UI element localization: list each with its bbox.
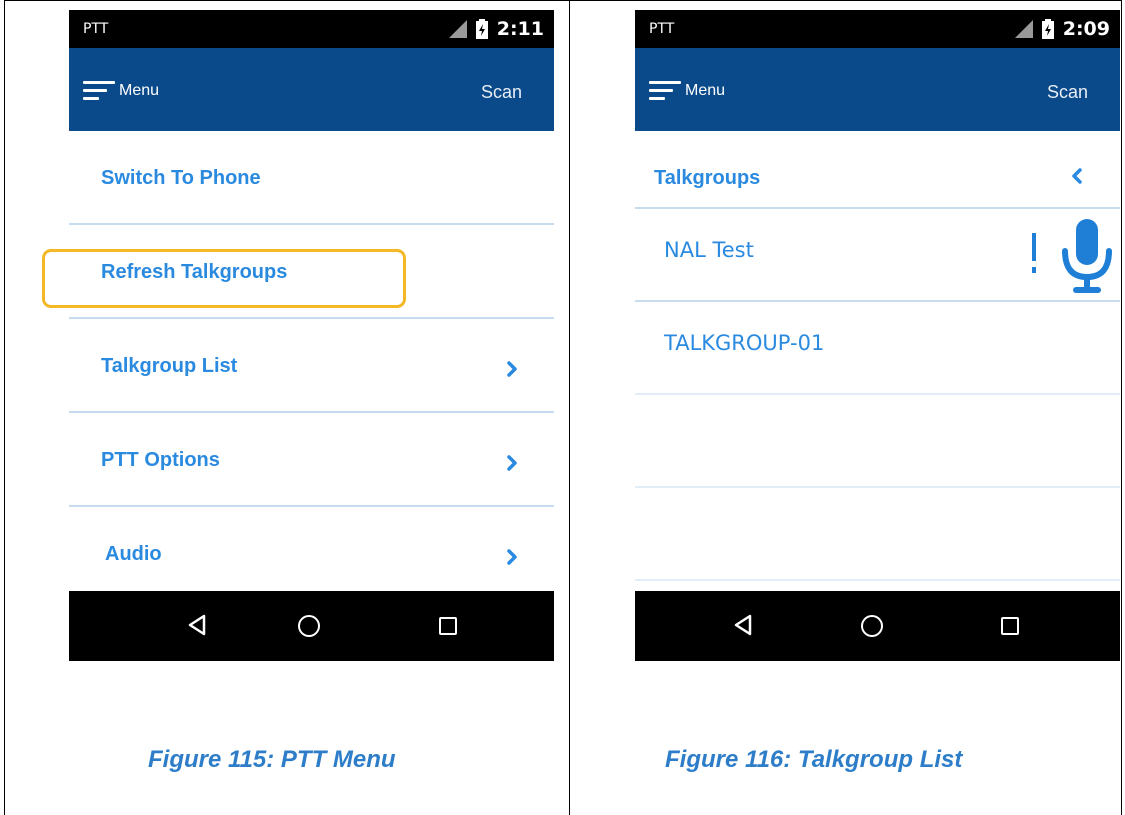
hamburger-icon bbox=[649, 79, 681, 103]
menu-item-label: Talkgroup List bbox=[101, 355, 238, 377]
menu-item-label: Audio bbox=[105, 543, 162, 565]
recent-apps-icon[interactable] bbox=[439, 617, 457, 635]
signal-icon bbox=[448, 20, 467, 38]
table-border-middle bbox=[569, 0, 570, 815]
android-nav-bar bbox=[635, 591, 1120, 661]
menu-item-label: PTT Options bbox=[101, 449, 220, 471]
table-border-right bbox=[1121, 0, 1122, 815]
android-nav-bar bbox=[69, 591, 554, 661]
app-bar: Menu Scan bbox=[69, 48, 554, 131]
menu-label: Menu bbox=[119, 82, 160, 99]
menu-item-switch-to-phone[interactable]: Switch To Phone bbox=[69, 131, 554, 225]
back-icon[interactable] bbox=[187, 614, 207, 636]
status-app-name: PTT bbox=[83, 21, 109, 37]
home-icon[interactable] bbox=[298, 615, 320, 637]
talkgroup-item-talkgroup-01[interactable]: TALKGROUP-01 bbox=[635, 302, 1120, 395]
table-border-left bbox=[4, 0, 5, 815]
recent-apps-icon[interactable] bbox=[1001, 617, 1019, 635]
chevron-right-icon bbox=[507, 455, 517, 471]
table-border-top bbox=[4, 0, 1122, 1]
talkgroup-label: TALKGROUP-01 bbox=[664, 331, 825, 355]
highlight-box bbox=[42, 249, 406, 308]
menu-button[interactable]: Menu bbox=[649, 76, 725, 106]
status-bar: PTT 2:11 bbox=[69, 10, 554, 48]
talkgroup-empty-row bbox=[635, 488, 1120, 581]
talkgroups-header: Talkgroups bbox=[635, 131, 1120, 209]
menu-button[interactable]: Menu bbox=[83, 76, 159, 106]
alert-icon bbox=[1032, 233, 1036, 273]
status-time: 2:09 bbox=[1062, 18, 1110, 40]
menu-item-ptt-options[interactable]: PTT Options bbox=[69, 413, 554, 507]
signal-icon bbox=[1014, 20, 1033, 38]
hamburger-icon bbox=[83, 79, 115, 103]
menu-item-label: Switch To Phone bbox=[101, 167, 261, 189]
home-icon[interactable] bbox=[861, 615, 883, 637]
back-icon[interactable] bbox=[733, 614, 753, 636]
app-bar: Menu Scan bbox=[635, 48, 1120, 131]
scan-button[interactable]: Scan bbox=[481, 82, 522, 103]
divider bbox=[635, 579, 1120, 581]
figure-caption: Figure 115: PTT Menu bbox=[148, 746, 396, 773]
chevron-right-icon bbox=[507, 549, 517, 565]
talkgroup-list: NAL Test TALKGROUP-01 bbox=[635, 209, 1120, 581]
scan-button[interactable]: Scan bbox=[1047, 82, 1088, 103]
battery-charging-icon bbox=[475, 19, 488, 39]
ptt-menu-list: Switch To Phone Refresh Talkgroups Talkg… bbox=[69, 131, 554, 601]
figure-caption: Figure 116: Talkgroup List bbox=[665, 746, 963, 773]
battery-charging-icon bbox=[1041, 19, 1054, 39]
talkgroup-item-nal-test[interactable]: NAL Test bbox=[635, 209, 1120, 302]
menu-label: Menu bbox=[685, 82, 726, 99]
ptt-menu-screenshot: PTT 2:11 Menu Scan Switch To Phone Refre… bbox=[69, 10, 554, 661]
talkgroup-empty-row bbox=[635, 395, 1120, 488]
microphone-icon[interactable] bbox=[1057, 217, 1117, 297]
chevron-left-icon[interactable] bbox=[1070, 168, 1084, 184]
status-app-name: PTT bbox=[649, 21, 675, 37]
chevron-right-icon bbox=[507, 361, 517, 377]
page-title: Talkgroups bbox=[654, 167, 761, 189]
menu-item-audio[interactable]: Audio bbox=[69, 507, 554, 601]
status-time: 2:11 bbox=[496, 18, 544, 40]
talkgroup-list-screenshot: PTT 2:09 Menu Scan Talkgroups NAL Test T… bbox=[635, 10, 1120, 661]
menu-item-talkgroup-list[interactable]: Talkgroup List bbox=[69, 319, 554, 413]
talkgroup-label: NAL Test bbox=[664, 238, 754, 262]
status-bar: PTT 2:09 bbox=[635, 10, 1120, 48]
